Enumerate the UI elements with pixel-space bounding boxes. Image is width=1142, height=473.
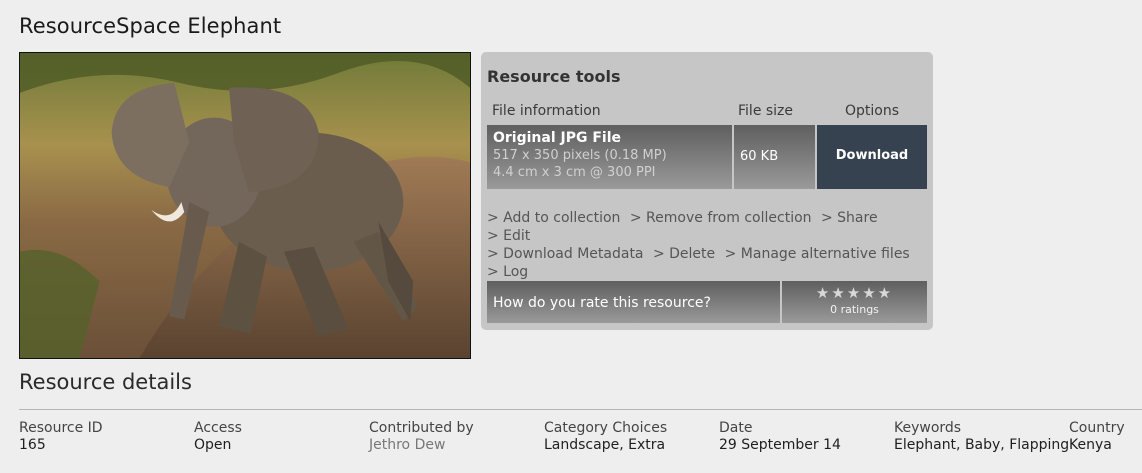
- field-country: Country Kenya: [1069, 420, 1125, 454]
- resource-details-title: Resource details: [19, 370, 192, 394]
- star-3-icon[interactable]: ★: [847, 284, 862, 302]
- field-label: Keywords: [894, 420, 962, 436]
- page-title: ResourceSpace Elephant: [19, 14, 282, 38]
- field-value: 165: [19, 437, 46, 453]
- file-title: Original JPG File: [493, 130, 622, 146]
- details-divider: [19, 409, 1142, 410]
- field-value: Landscape, Extra: [544, 437, 666, 453]
- field-resource-id: Resource ID 165: [19, 420, 103, 454]
- rating-box: ★★★★★ 0 ratings: [782, 281, 927, 323]
- log-link[interactable]: > Log: [487, 264, 528, 280]
- field-access: Access Open: [194, 420, 242, 454]
- field-label: Contributed by: [369, 420, 474, 436]
- field-label: Access: [194, 420, 242, 436]
- share-link[interactable]: > Share: [821, 210, 878, 226]
- field-value: 29 September 14: [719, 437, 841, 453]
- field-value: Open: [194, 437, 232, 453]
- star-5-icon[interactable]: ★: [878, 284, 893, 302]
- resource-tools-title: Resource tools: [487, 67, 621, 86]
- options-header: Options: [845, 103, 900, 119]
- elephant-photo: [20, 53, 470, 358]
- file-size-cell: 60 KB: [734, 125, 815, 189]
- ratings-count: 0 ratings: [830, 303, 879, 316]
- star-4-icon[interactable]: ★: [862, 284, 877, 302]
- field-value: Kenya: [1069, 437, 1112, 453]
- contributor-link[interactable]: Jethro Dew: [369, 437, 474, 454]
- resource-tools-panel: Resource tools File information File siz…: [481, 52, 933, 330]
- field-date: Date 29 September 14: [719, 420, 841, 454]
- file-print-size: 4.4 cm x 3 cm @ 300 PPI: [493, 165, 656, 180]
- file-dimensions: 517 x 350 pixels (0.18 MP): [493, 148, 667, 163]
- manage-alternative-files-link[interactable]: > Manage alternative files: [725, 246, 910, 262]
- remove-from-collection-link[interactable]: > Remove from collection: [630, 210, 812, 226]
- resource-actions: > Add to collection > Remove from collec…: [487, 209, 927, 281]
- add-to-collection-link[interactable]: > Add to collection: [487, 210, 620, 226]
- file-information-header: File information: [492, 103, 601, 119]
- download-button-label: Download: [835, 148, 909, 163]
- star-1-icon[interactable]: ★: [816, 284, 831, 302]
- star-2-icon[interactable]: ★: [831, 284, 846, 302]
- download-button[interactable]: Download: [817, 125, 927, 189]
- resource-preview-image[interactable]: [19, 52, 471, 359]
- field-label: Date: [719, 420, 753, 436]
- field-value: Elephant, Baby, Flapping: [894, 437, 1070, 453]
- rating-stars: ★★★★★: [782, 285, 927, 301]
- file-size-header: File size: [738, 103, 794, 119]
- field-keywords: Keywords Elephant, Baby, Flapping: [894, 420, 1069, 454]
- delete-link[interactable]: > Delete: [653, 246, 715, 262]
- file-info-cell: Original JPG File 517 x 350 pixels (0.18…: [487, 125, 732, 189]
- download-metadata-link[interactable]: > Download Metadata: [487, 246, 644, 262]
- field-contributed-by: Contributed by Jethro Dew: [369, 420, 474, 454]
- field-category-choices: Category Choices Landscape, Extra: [544, 420, 667, 454]
- rating-question: How do you rate this resource?: [487, 281, 780, 323]
- field-label: Resource ID: [19, 420, 103, 436]
- field-label: Category Choices: [544, 420, 668, 436]
- field-label: Country: [1069, 420, 1125, 436]
- edit-link[interactable]: > Edit: [487, 228, 530, 244]
- file-size-value: 60 KB: [740, 149, 779, 164]
